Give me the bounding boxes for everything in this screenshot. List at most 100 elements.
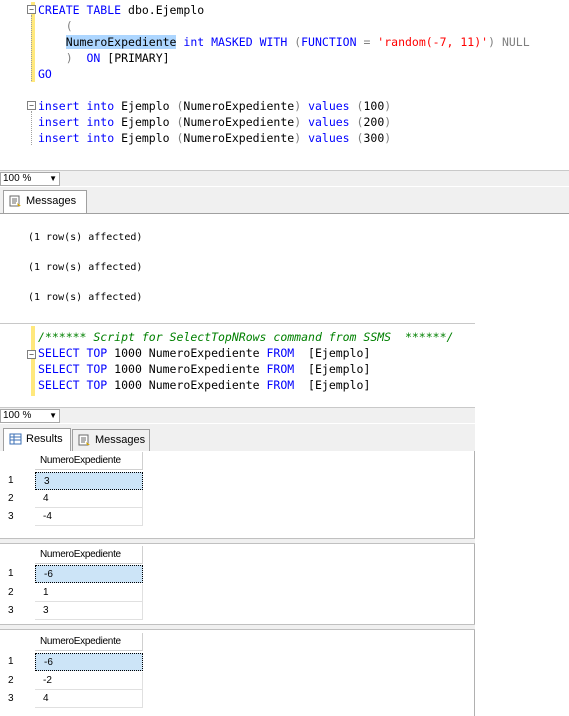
code-line[interactable]: GO: [38, 66, 52, 82]
zoom-select[interactable]: 100 % ▼: [0, 409, 60, 423]
zoom-value: 100 %: [3, 173, 32, 184]
code-token: FUNCTION: [301, 35, 357, 49]
code-line[interactable]: /****** Script for SelectTopNRows comman…: [38, 329, 453, 345]
code-token: FROM: [266, 346, 295, 360]
grid-cell[interactable]: -6: [35, 653, 143, 671]
tab-results[interactable]: Results: [3, 428, 71, 451]
code-token: [Ejemplo]: [294, 346, 371, 360]
message-line: (1 row(s) affected): [28, 232, 143, 243]
tab-messages[interactable]: Messages: [3, 190, 87, 213]
results-tabstrip-1: Messages: [0, 187, 569, 213]
column-header[interactable]: NumeroExpediente: [35, 633, 143, 651]
code-token: NULL: [495, 35, 530, 49]
code-token: ): [384, 115, 392, 129]
code-line[interactable]: NumeroExpediente int MASKED WITH (FUNCTI…: [38, 34, 530, 50]
code-token: CREATE TABLE: [38, 3, 122, 17]
grid-cell[interactable]: 1: [35, 584, 143, 602]
code-token: NumeroExpediente: [183, 131, 295, 145]
collapse-toggle-create[interactable]: −: [27, 5, 36, 14]
code-token: NumeroExpediente: [183, 115, 295, 129]
code-line[interactable]: SELECT TOP 1000 NumeroExpediente FROM [E…: [38, 377, 370, 393]
code-token: insert into: [38, 115, 115, 129]
row-number[interactable]: 1: [2, 472, 32, 490]
code-line[interactable]: insert into Ejemplo (NumeroExpediente) v…: [38, 98, 391, 114]
collapse-toggle-insert[interactable]: −: [27, 101, 36, 110]
grid-cell[interactable]: 3: [35, 472, 143, 490]
code-token: 300: [363, 131, 385, 145]
chevron-down-icon: ▼: [49, 174, 57, 183]
column-header[interactable]: NumeroExpediente: [35, 546, 143, 564]
outline-guide: [31, 15, 32, 81]
code-token: [Ejemplo]: [294, 362, 371, 376]
code-line[interactable]: CREATE TABLE dbo.Ejemplo: [38, 2, 204, 18]
code-line[interactable]: insert into Ejemplo (NumeroExpediente) v…: [38, 130, 391, 146]
row-number[interactable]: 2: [2, 490, 32, 508]
column-header[interactable]: NumeroExpediente: [35, 452, 143, 470]
grid-cell[interactable]: 3: [35, 602, 143, 620]
grid-icon: [9, 433, 22, 445]
code-token: SELECT TOP: [38, 346, 108, 360]
grid-scrollbar[interactable]: [0, 624, 475, 630]
code-token: values: [301, 115, 357, 129]
code-token: [PRIMARY]: [107, 51, 170, 65]
code-token: ): [65, 51, 73, 65]
code-token: =: [356, 35, 378, 49]
code-line[interactable]: ) ON [PRIMARY]: [38, 50, 170, 66]
row-number[interactable]: 1: [2, 653, 32, 671]
code-token: ON: [72, 51, 108, 65]
zoom-select[interactable]: 100 % ▼: [0, 172, 60, 186]
code-token: ): [384, 99, 392, 113]
zoom-bar-1: 100 % ▼: [0, 170, 569, 186]
code-token: dbo.Ejemplo: [121, 3, 205, 17]
message-line: (1 row(s) affected): [28, 262, 143, 273]
code-token: ): [384, 131, 392, 145]
row-number[interactable]: 1: [2, 565, 32, 583]
grid-cell[interactable]: -6: [35, 565, 143, 583]
messages-icon: [78, 434, 90, 446]
code-line[interactable]: insert into Ejemplo (NumeroExpediente) v…: [38, 114, 391, 130]
row-number[interactable]: 2: [2, 584, 32, 602]
code-token: SELECT TOP: [38, 362, 108, 376]
code-token: 'random(-7, 11)': [377, 35, 489, 49]
query-editor-2[interactable]: − /****** Script for SelectTopNRows comm…: [0, 323, 475, 407]
grid-cell[interactable]: -2: [35, 672, 143, 690]
row-number[interactable]: 3: [2, 508, 32, 526]
code-token: ): [488, 35, 496, 49]
code-token: FROM: [266, 378, 295, 392]
grid-cell[interactable]: -4: [35, 508, 143, 526]
code-token: Ejemplo: [114, 115, 177, 129]
code-line[interactable]: SELECT TOP 1000 NumeroExpediente FROM [E…: [38, 345, 370, 361]
outline-guide: [31, 111, 32, 145]
code-token: NumeroExpediente: [65, 35, 177, 49]
messages-icon: [9, 195, 21, 207]
tab-label: Results: [26, 433, 63, 445]
code-token: SELECT TOP: [38, 378, 108, 392]
code-token: 100: [363, 99, 385, 113]
code-token: insert into: [38, 131, 115, 145]
tab-messages[interactable]: Messages: [72, 429, 150, 451]
code-token: Ejemplo: [114, 131, 177, 145]
grid-cell[interactable]: 4: [35, 690, 143, 708]
tab-label: Messages: [95, 434, 146, 446]
grid-scrollbar[interactable]: [0, 538, 475, 544]
code-token: int MASKED WITH: [176, 35, 295, 49]
change-marker: [31, 326, 35, 396]
code-line[interactable]: SELECT TOP 1000 NumeroExpediente FROM [E…: [38, 361, 370, 377]
collapse-toggle-select[interactable]: −: [27, 350, 36, 359]
code-token: 1000 NumeroExpediente: [107, 362, 267, 376]
tab-label: Messages: [26, 195, 77, 207]
row-number[interactable]: 2: [2, 672, 32, 690]
code-token: 1000 NumeroExpediente: [107, 378, 267, 392]
row-number[interactable]: 3: [2, 690, 32, 708]
query-editor-1[interactable]: − − CREATE TABLE dbo.Ejemplo ( NumeroExp…: [0, 0, 569, 170]
code-token: FROM: [266, 362, 295, 376]
code-line[interactable]: (: [38, 18, 73, 34]
code-token: insert into: [38, 99, 115, 113]
grid-cell[interactable]: 4: [35, 490, 143, 508]
results-tabstrip-2: Results Messages: [0, 424, 475, 451]
messages-pane: (1 row(s) affected) (1 row(s) affected) …: [0, 213, 569, 321]
zoom-bar-2: 100 % ▼: [0, 407, 475, 423]
row-number[interactable]: 3: [2, 602, 32, 620]
